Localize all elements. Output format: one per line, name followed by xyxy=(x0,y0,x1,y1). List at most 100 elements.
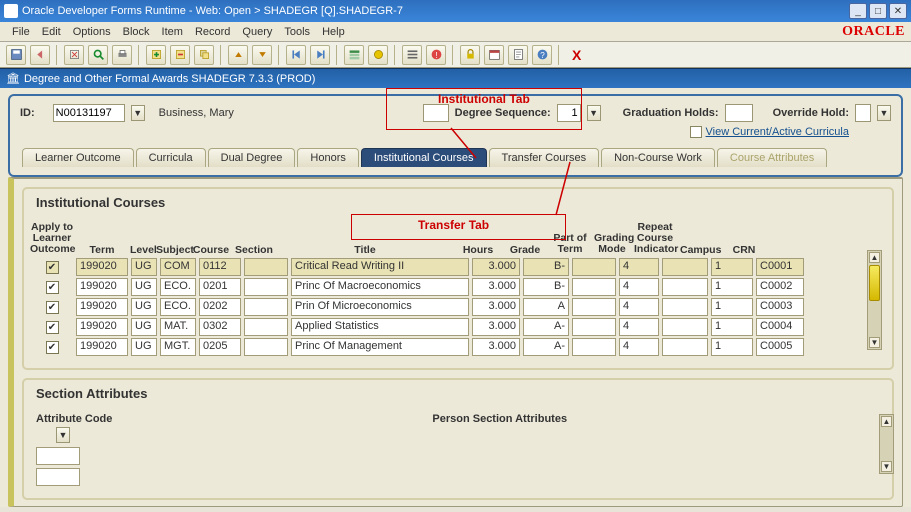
scroll-down-icon[interactable]: ▼ xyxy=(869,337,880,348)
part-of-term-cell[interactable] xyxy=(572,278,616,296)
grading-mode-cell[interactable]: 4 xyxy=(619,338,659,356)
tab-honors[interactable]: Honors xyxy=(297,148,358,167)
section-cell[interactable] xyxy=(244,318,288,336)
tab-curricula[interactable]: Curricula xyxy=(136,148,206,167)
previous-record-icon[interactable] xyxy=(228,45,248,65)
graduation-holds-input[interactable] xyxy=(725,104,753,122)
crn-cell[interactable]: C0005 xyxy=(756,338,804,356)
hours-cell[interactable]: 3.000 xyxy=(472,258,520,276)
exit-icon[interactable]: X xyxy=(572,47,581,63)
apply-checkbox[interactable]: ✔ xyxy=(28,301,76,314)
tab-learner-outcome[interactable]: Learner Outcome xyxy=(22,148,134,167)
list-icon[interactable] xyxy=(402,45,422,65)
campus-cell[interactable]: 1 xyxy=(711,258,753,276)
title-cell[interactable]: Prin Of Microeconomics xyxy=(291,298,469,316)
section-cell[interactable] xyxy=(244,278,288,296)
part-of-term-cell[interactable] xyxy=(572,338,616,356)
hours-cell[interactable]: 3.000 xyxy=(472,298,520,316)
grading-mode-cell[interactable]: 4 xyxy=(619,278,659,296)
lock-icon[interactable] xyxy=(460,45,480,65)
grading-mode-cell[interactable]: 4 xyxy=(619,298,659,316)
print-icon[interactable] xyxy=(112,45,132,65)
table-row[interactable]: ✔199020UGECO.0202 Prin Of Microeconomics3… xyxy=(28,298,880,316)
hours-cell[interactable]: 3.000 xyxy=(472,278,520,296)
subject-cell[interactable]: COM xyxy=(160,258,196,276)
term-cell[interactable]: 199020 xyxy=(76,278,128,296)
repeat-indicator-cell[interactable] xyxy=(662,258,708,276)
apply-checkbox[interactable]: ✔ xyxy=(28,281,76,294)
menu-options[interactable]: Options xyxy=(67,24,117,40)
apply-checkbox[interactable]: ✔ xyxy=(28,261,76,274)
course-cell[interactable]: 0205 xyxy=(199,338,241,356)
grade-cell[interactable]: B- xyxy=(523,258,569,276)
repeat-indicator-cell[interactable] xyxy=(662,278,708,296)
table-row[interactable]: ✔199020UGMGT.0205Princ Of Management3.00… xyxy=(28,338,880,356)
part-of-term-cell[interactable] xyxy=(572,318,616,336)
part-of-term-cell[interactable] xyxy=(572,258,616,276)
tab-non-course-work[interactable]: Non-Course Work xyxy=(601,148,715,167)
part-of-term-cell[interactable] xyxy=(572,298,616,316)
tab-dual-degree[interactable]: Dual Degree xyxy=(208,148,296,167)
grade-cell[interactable]: A xyxy=(523,298,569,316)
last-record-icon[interactable] xyxy=(310,45,330,65)
save-icon[interactable] xyxy=(6,45,26,65)
title-cell[interactable]: Princ Of Macroeconomics xyxy=(291,278,469,296)
menu-tools[interactable]: Tools xyxy=(278,24,316,40)
table-row[interactable]: ✔199020UGECO.0201Princ Of Macroeconomics… xyxy=(28,278,880,296)
attributes-scrollbar[interactable]: ▲ ▼ xyxy=(879,414,894,474)
attribute-code-input-1[interactable] xyxy=(36,447,80,465)
scroll-up-icon[interactable]: ▲ xyxy=(881,416,892,427)
first-record-icon[interactable] xyxy=(286,45,306,65)
course-cell[interactable]: 0202 xyxy=(199,298,241,316)
degree-sequence-dropdown-button[interactable]: ▼ xyxy=(587,105,601,121)
menu-edit[interactable]: Edit xyxy=(36,24,67,40)
menu-query[interactable]: Query xyxy=(236,24,278,40)
level-cell[interactable]: UG xyxy=(131,278,157,296)
table-row[interactable]: ✔199020UGCOM0112Critical Read Writing II… xyxy=(28,258,880,276)
repeat-indicator-cell[interactable] xyxy=(662,318,708,336)
term-cell[interactable]: 199020 xyxy=(76,318,128,336)
title-cell[interactable]: Princ Of Management xyxy=(291,338,469,356)
help-icon[interactable]: ? xyxy=(532,45,552,65)
calendar-icon[interactable] xyxy=(484,45,504,65)
crn-cell[interactable]: C0003 xyxy=(756,298,804,316)
rollback-icon[interactable] xyxy=(30,45,50,65)
apply-checkbox[interactable]: ✔ xyxy=(28,321,76,334)
title-cell[interactable]: Applied Statistics xyxy=(291,318,469,336)
term-cell[interactable]: 199020 xyxy=(76,258,128,276)
view-current-curricula-link[interactable]: View Current/Active Curricula xyxy=(706,126,849,138)
term-cell[interactable]: 199020 xyxy=(76,298,128,316)
subject-cell[interactable]: ECO. xyxy=(160,298,196,316)
level-cell[interactable]: UG xyxy=(131,338,157,356)
courses-scrollbar[interactable]: ▲ ▼ xyxy=(867,250,882,350)
section-cell[interactable] xyxy=(244,298,288,316)
apply-checkbox[interactable]: ✔ xyxy=(28,341,76,354)
next-record-icon[interactable] xyxy=(252,45,272,65)
level-cell[interactable]: UG xyxy=(131,318,157,336)
id-dropdown-button[interactable]: ▼ xyxy=(131,105,145,121)
campus-cell[interactable]: 1 xyxy=(711,338,753,356)
term-cell[interactable]: 199020 xyxy=(76,338,128,356)
level-cell[interactable]: UG xyxy=(131,298,157,316)
course-cell[interactable]: 0201 xyxy=(199,278,241,296)
duplicate-record-icon[interactable] xyxy=(194,45,214,65)
repeat-indicator-cell[interactable] xyxy=(662,338,708,356)
scroll-up-icon[interactable]: ▲ xyxy=(869,252,880,263)
menu-help[interactable]: Help xyxy=(316,24,351,40)
grade-cell[interactable]: A- xyxy=(523,318,569,336)
remove-record-icon[interactable] xyxy=(170,45,190,65)
id-input[interactable] xyxy=(53,104,125,122)
attribute-code-dropdown-button[interactable]: ▼ xyxy=(56,427,70,443)
attribute-code-input-2[interactable] xyxy=(36,468,80,486)
campus-cell[interactable]: 1 xyxy=(711,298,753,316)
menu-file[interactable]: File xyxy=(6,24,36,40)
block-menu-icon[interactable] xyxy=(344,45,364,65)
scroll-thumb[interactable] xyxy=(869,265,880,301)
hours-cell[interactable]: 3.000 xyxy=(472,338,520,356)
campus-cell[interactable]: 1 xyxy=(711,318,753,336)
form-icon[interactable] xyxy=(508,45,528,65)
override-hold-dropdown-button[interactable]: ▼ xyxy=(877,105,891,121)
section-cell[interactable] xyxy=(244,258,288,276)
view-current-checkbox[interactable] xyxy=(690,126,702,138)
maximize-button[interactable]: □ xyxy=(869,3,887,19)
